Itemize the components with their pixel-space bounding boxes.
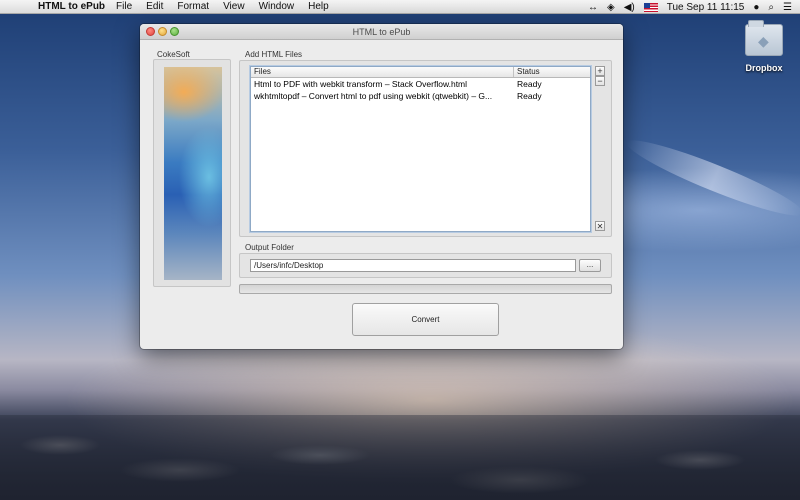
remove-file-button[interactable]: − [595,76,605,86]
menu-bar: HTML to ePub File Edit Format View Windo… [0,0,800,14]
menu-view[interactable]: View [223,1,245,12]
minimize-window-icon[interactable] [158,27,167,36]
zoom-window-icon[interactable] [170,27,179,36]
dropbox-folder-icon[interactable]: ◆ [745,20,783,56]
background-shore [0,415,800,500]
menu-help[interactable]: Help [308,1,329,12]
list-icon[interactable]: ☰ [783,2,792,13]
clear-files-button[interactable]: ✕ [595,221,605,231]
status-cell: Ready [517,91,542,101]
volume-icon[interactable]: ◀) [624,2,635,13]
input-flag-icon[interactable] [643,2,658,12]
files-table[interactable]: Files Status Html to PDF with webkit tra… [250,66,591,232]
file-name-cell: Html to PDF with webkit transform – Stac… [254,79,468,89]
menu-window[interactable]: Window [259,1,295,12]
table-header: Files Status [251,67,590,78]
window-title: HTML to ePub [352,27,411,37]
add-file-button[interactable]: + [595,66,605,76]
output-folder-input[interactable]: /Users/infc/Desktop [250,259,576,272]
app-window: HTML to ePub CokeSoft Add HTML Files Fil… [140,24,623,349]
status-cell: Ready [517,79,542,89]
wifi-icon[interactable]: ◈ [607,2,615,13]
menu-file[interactable]: File [116,1,132,12]
table-row[interactable]: Html to PDF with webkit transform – Stac… [251,78,590,90]
menu-extras: ↔ ◈ ◀) Tue Sep 11 11:15 ● ⌕ ☰ [588,0,792,14]
column-header-status[interactable]: Status [514,67,590,77]
column-header-files[interactable]: Files [251,67,514,77]
background-cloud [622,130,800,226]
file-name-cell: wkhtmltopdf – Convert html to pdf using … [254,91,493,101]
brand-artwork [164,67,222,280]
close-window-icon[interactable] [146,27,155,36]
user-icon[interactable]: ● [753,2,759,13]
sync-arrows-icon[interactable]: ↔ [588,2,598,13]
menu-clock[interactable]: Tue Sep 11 11:15 [667,2,745,13]
convert-button[interactable]: Convert [352,303,499,336]
window-titlebar[interactable]: HTML to ePub [140,24,623,40]
brand-panel [153,59,231,287]
conversion-progress-bar [239,284,612,294]
spotlight-icon[interactable]: ⌕ [768,2,774,13]
menu-edit[interactable]: Edit [146,1,163,12]
browse-folder-button[interactable]: ... [579,259,601,272]
output-section-label: Output Folder [245,243,294,252]
dropbox-folder-label[interactable]: Dropbox [736,63,792,73]
table-row[interactable]: wkhtmltopdf – Convert html to pdf using … [251,90,590,102]
files-section-label: Add HTML Files [245,50,303,59]
menu-format[interactable]: Format [177,1,209,12]
brand-label: CokeSoft [157,50,190,59]
menu-app-name[interactable]: HTML to ePub [38,1,105,12]
